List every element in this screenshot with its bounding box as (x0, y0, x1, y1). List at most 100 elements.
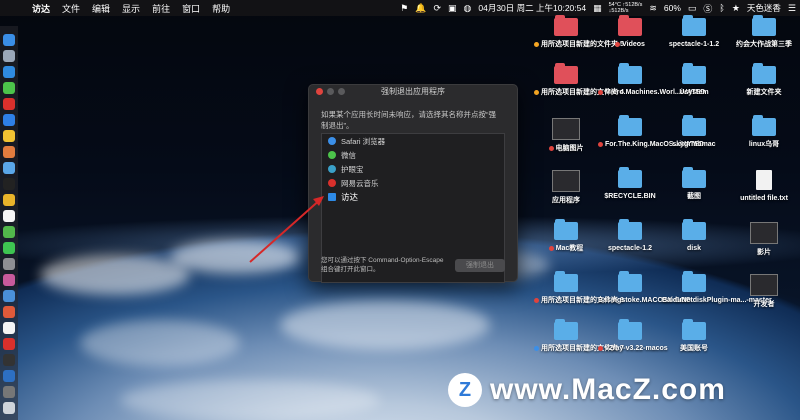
desktop-icon[interactable]: spectacle-1-1.2 (662, 15, 726, 49)
desktop-icon-text: 约会大作战第三季 (736, 41, 792, 48)
desktop-icon[interactable]: disk (662, 219, 726, 253)
dock-finder-icon[interactable] (3, 34, 15, 46)
app-name: 访达 (341, 192, 359, 202)
folder-icon (618, 63, 642, 84)
pin-icon[interactable]: ⚑ (400, 3, 408, 14)
app-list-item[interactable]: 护眼宝 (322, 162, 504, 176)
desktop-icon[interactable]: 用所选项目新建的文件夹 5 (534, 15, 624, 49)
app-list-item[interactable]: Safari 浏览器 (322, 134, 504, 148)
dock-safari-icon[interactable] (3, 66, 15, 78)
menu-edit[interactable]: 编辑 (92, 2, 110, 15)
desktop-icon[interactable]: linux乌哥 (732, 115, 796, 149)
dock-app-icon[interactable] (3, 370, 15, 382)
datetime[interactable]: 04月30日 周二 上午10:20:54 (478, 2, 586, 14)
desktop-icon[interactable]: untitled file.txt (732, 170, 796, 203)
dock-app-icon[interactable] (3, 322, 15, 334)
dock-app-icon[interactable] (3, 386, 15, 398)
folder-icon (618, 15, 642, 36)
dock-appstore-icon[interactable] (3, 114, 15, 126)
safari-icon (328, 137, 336, 145)
window-titlebar[interactable]: 强制退出应用程序 (309, 85, 517, 99)
battery-icon[interactable]: ▭ (688, 3, 697, 14)
menu-file[interactable]: 文件 (62, 2, 80, 15)
desktop-icon[interactable]: For.The.King.MacOS...iVATED (598, 115, 704, 149)
dock-app-icon[interactable] (3, 274, 15, 286)
desktop-icon-label: v2ray-v3.22-macos (598, 344, 668, 353)
dock-terminal-icon[interactable] (3, 178, 15, 190)
dock-app-icon[interactable] (3, 290, 15, 302)
list-icon[interactable]: ☰ (788, 3, 796, 14)
globe-icon[interactable]: ◍ (464, 3, 472, 14)
status-area: ⚑ 🔔 ⟳ ▣ ◍ 04月30日 周二 上午10:20:54 ▦ 54°C ↑5… (400, 0, 796, 16)
menu-help[interactable]: 帮助 (212, 2, 230, 15)
desktop-icon[interactable]: spectacle-1.2 (598, 219, 662, 253)
grid-icon[interactable]: ▦ (593, 3, 602, 14)
dock-mail-icon[interactable] (3, 162, 15, 174)
desktop-icon[interactable]: 新建文件夹 (732, 63, 796, 97)
menu-go[interactable]: 前往 (152, 2, 170, 15)
desktop-icon[interactable]: 电脑图片 (534, 118, 598, 153)
bluetooth-icon[interactable]: ᛒ (719, 3, 724, 13)
dock-app-icon[interactable] (3, 306, 15, 318)
menu-app-finder[interactable]: 访达 (32, 2, 50, 15)
app-list-item[interactable]: 网易云音乐 (322, 176, 504, 190)
desktop-icon-label: 约会大作战第三季 (732, 40, 796, 49)
force-quit-button[interactable]: 强制退出 (455, 259, 505, 272)
desktop-icon[interactable]: 约会大作战第三季 (732, 15, 796, 49)
desktop-icon[interactable]: 截图 (662, 167, 726, 201)
desktop-icon[interactable]: Mac教程 (534, 219, 598, 253)
dock-trash-icon[interactable] (3, 402, 15, 414)
desktop-icon[interactable]: Micro.Machines.Worl...iVATED (598, 63, 705, 97)
display-icon[interactable]: ▣ (448, 3, 457, 14)
dock-maps-icon[interactable] (3, 226, 15, 238)
menu-window[interactable]: 窗口 (182, 2, 200, 15)
dock-app-icon[interactable] (3, 354, 15, 366)
desktop-icon[interactable]: skygrmbmac (662, 115, 726, 149)
desktop-icon[interactable]: Usystem (662, 63, 726, 97)
desktop-icon[interactable]: $RECYCLE.BIN (598, 167, 662, 201)
bell-icon[interactable]: 🔔 (415, 3, 426, 14)
window-title: 强制退出应用程序 (381, 87, 445, 96)
desktop-icon[interactable]: 用所选项目新建的文件夹 9 (534, 271, 624, 305)
app-list-item[interactable]: 微信 (322, 148, 504, 162)
wifi-icon[interactable]: ≋ (649, 3, 657, 14)
desktop-icon-text: 影片 (757, 249, 771, 256)
cloud (170, 240, 300, 274)
desktop-icon[interactable]: 美国账号 (662, 319, 726, 353)
star-icon[interactable]: ★ (732, 3, 740, 14)
menu-view[interactable]: 显示 (122, 2, 140, 15)
user-name[interactable]: 天色迷香 (747, 2, 781, 14)
desktop-icon[interactable]: 影片 (732, 222, 796, 257)
app-list-item[interactable]: 访达 (322, 190, 504, 204)
s-icon[interactable]: Ⓢ (703, 2, 712, 15)
desktop-icon-label: For.The.King.MacOS...iVATED (598, 140, 704, 149)
desktop-icon[interactable]: v2ray-v3.22-macos (598, 319, 668, 353)
color-tag-icon (548, 245, 554, 251)
desktop-icon-text: $RECYCLE.BIN (604, 193, 656, 200)
finder-icon (328, 193, 336, 201)
desktop-icon[interactable]: 用所选项目新建的文件夹 7 (534, 319, 624, 353)
dock-settings-icon[interactable] (3, 258, 15, 270)
desktop-icon[interactable]: Basingstoke.MACOSX-GOG (598, 271, 691, 305)
desktop-icon[interactable]: 应用程序 (534, 170, 598, 205)
dock-chrome-icon[interactable] (3, 194, 15, 206)
desktop-icon[interactable]: BaiduNetdiskPlugin-ma...-master (662, 271, 772, 305)
dock-photos-icon[interactable] (3, 146, 15, 158)
dock-wechat-icon[interactable] (3, 82, 15, 94)
dock-notes-icon[interactable] (3, 130, 15, 142)
desktop-icon[interactable]: Videos (598, 15, 662, 49)
desktop-icon[interactable]: 开发者 (732, 274, 796, 309)
dock-calendar-icon[interactable] (3, 210, 15, 222)
text-file-icon (756, 170, 772, 190)
desktop-icon-label: 用所选项目新建的文件夹 9 (534, 296, 624, 305)
sync-icon[interactable]: ⟳ (433, 3, 441, 14)
dock-launchpad-icon[interactable] (3, 50, 15, 62)
dock-music-icon[interactable] (3, 98, 15, 110)
desktop-icon[interactable]: 用所选项目新建的文件夹 4 (534, 63, 624, 97)
desktop-icon-text: 截图 (687, 193, 701, 200)
cloud (120, 380, 380, 420)
dock-app-icon[interactable] (3, 338, 15, 350)
desktop-icon-label: 用所选项目新建的文件夹 4 (534, 88, 624, 97)
dock-messages-icon[interactable] (3, 242, 15, 254)
desktop-icon-text: 美国账号 (680, 345, 708, 352)
